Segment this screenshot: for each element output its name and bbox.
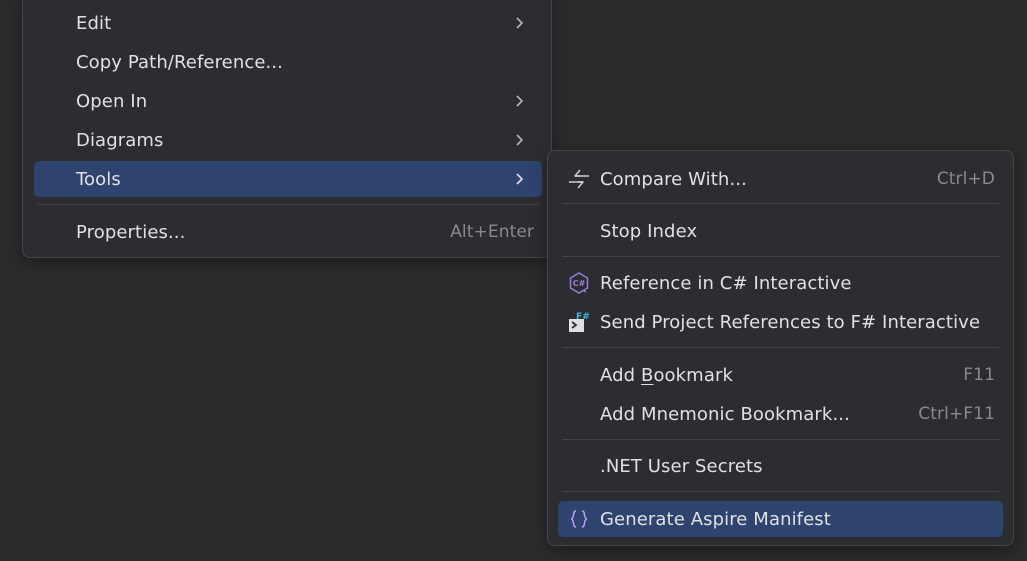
menu-separator — [38, 204, 538, 205]
menu-item-stop-index[interactable]: Stop Index — [558, 213, 1003, 249]
menu-item-shortcut: Ctrl+F11 — [918, 404, 995, 424]
braces-icon — [570, 510, 588, 528]
menu-item-reference-csharp-interactive[interactable]: C# Reference in C# Interactive — [558, 265, 1003, 301]
menu-item-add-bookmark[interactable]: Add Bookmark F11 — [558, 357, 1003, 393]
menu-item-label: Add Mnemonic Bookmark... — [600, 403, 850, 425]
menu-item-generate-aspire-manifest[interactable]: Generate Aspire Manifest — [558, 501, 1003, 537]
menu-item-send-fsharp-interactive[interactable]: F# Send Project References to F# Interac… — [558, 304, 1003, 340]
menu-item-label: Open In — [76, 90, 148, 112]
menu-item-label: Reference in C# Interactive — [600, 272, 852, 294]
menu-separator — [562, 347, 999, 348]
tools-submenu: Compare With... Ctrl+D Stop Index C# Ref… — [547, 150, 1014, 546]
context-menu: Edit Copy Path/Reference... Open In Diag… — [22, 0, 552, 258]
menu-item-label: Tools — [76, 168, 121, 190]
menu-item-label: .NET User Secrets — [600, 455, 763, 477]
menu-separator — [562, 256, 999, 257]
menu-item-add-mnemonic-bookmark[interactable]: Add Mnemonic Bookmark... Ctrl+F11 — [558, 396, 1003, 432]
menu-item-copy-path[interactable]: Copy Path/Reference... — [34, 44, 542, 80]
menu-item-label: Copy Path/Reference... — [76, 51, 283, 73]
menu-item-compare-with[interactable]: Compare With... Ctrl+D — [558, 161, 1003, 197]
menu-separator — [562, 439, 999, 440]
menu-item-label: Add Bookmark — [600, 364, 733, 386]
chevron-right-icon — [516, 173, 524, 185]
menu-item-dotnet-user-secrets[interactable]: .NET User Secrets — [558, 448, 1003, 484]
menu-item-tools[interactable]: Tools — [34, 161, 542, 197]
menu-item-label: Send Project References to F# Interactiv… — [600, 311, 981, 333]
csharp-interactive-icon: C# — [569, 272, 589, 294]
menu-item-properties[interactable]: Properties... Alt+Enter — [34, 214, 542, 250]
menu-item-label: Diagrams — [76, 129, 164, 151]
menu-item-edit[interactable]: Edit — [34, 5, 542, 41]
menu-item-label: Generate Aspire Manifest — [600, 508, 831, 530]
menu-separator — [562, 203, 999, 204]
menu-item-shortcut: Alt+Enter — [450, 222, 534, 242]
svg-text:C#: C# — [573, 279, 586, 288]
menu-item-label: Edit — [76, 12, 112, 34]
menu-item-label: Stop Index — [600, 220, 698, 242]
compare-arrows-icon — [569, 169, 589, 189]
menu-item-shortcut: Ctrl+D — [936, 169, 995, 189]
menu-separator — [562, 491, 999, 492]
fsharp-interactive-icon: F# — [569, 312, 590, 332]
menu-item-label: Compare With... — [600, 168, 747, 190]
menu-item-label: Properties... — [76, 221, 186, 243]
chevron-right-icon — [516, 134, 524, 146]
menu-item-open-in[interactable]: Open In — [34, 83, 542, 119]
menu-item-diagrams[interactable]: Diagrams — [34, 122, 542, 158]
chevron-right-icon — [516, 17, 524, 29]
chevron-right-icon — [516, 95, 524, 107]
menu-item-shortcut: F11 — [963, 365, 995, 385]
mnemonic-letter: B — [640, 364, 654, 386]
svg-text:F#: F# — [576, 312, 590, 322]
